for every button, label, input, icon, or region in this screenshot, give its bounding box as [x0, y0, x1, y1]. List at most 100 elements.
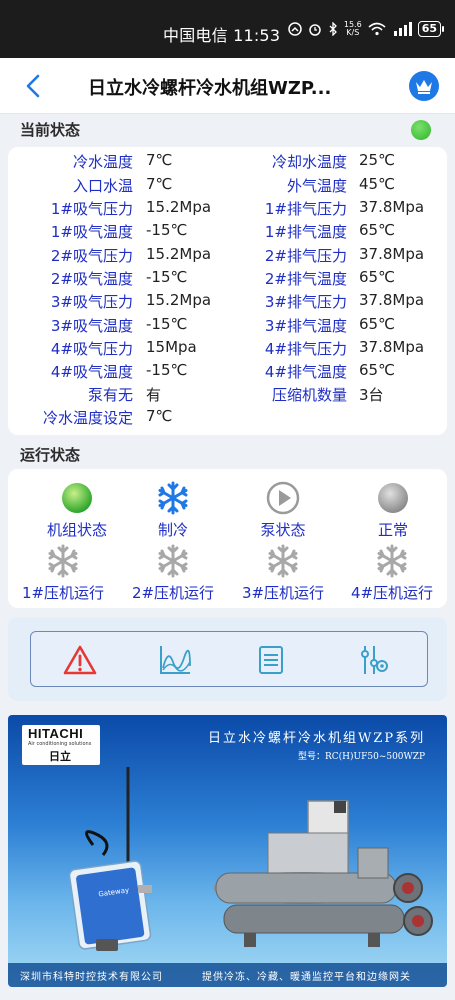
status-label: 1#排气压力: [264, 200, 347, 218]
brand-subtitle: Air conditioning solutions: [28, 741, 92, 747]
status-value: 7℃: [146, 407, 173, 425]
run-item-compressor-4: 4#压机运行: [337, 544, 447, 603]
snowflake-gray-icon: [268, 544, 298, 578]
status-row: 入口水温 7℃ 外气温度 45℃: [8, 175, 447, 199]
banner-footer: 深圳市科特时控技术有限公司 提供冷冻、冷藏、暖通监控平台和边缘网关: [8, 963, 447, 987]
company-slogan: 提供冷冻、冷藏、暖通监控平台和边缘网关: [202, 972, 411, 983]
alarm-clock-icon: [309, 24, 321, 36]
status-label: 2#吸气温度: [50, 270, 133, 288]
status-row: 4#吸气温度 -15℃ 4#排气温度 65℃: [8, 361, 447, 385]
vip-crown-button[interactable]: [409, 71, 439, 101]
status-value: 65℃: [359, 361, 395, 379]
status-label: 冷却水温度: [271, 153, 347, 171]
status-label: 3#排气温度: [264, 317, 347, 335]
gray-circle-icon: [378, 483, 408, 513]
status-label: 2#排气温度: [264, 270, 347, 288]
run-item-label: 4#压机运行: [350, 584, 434, 602]
status-value: 15Mpa: [146, 338, 197, 356]
net-speed: 15.6 K/S: [344, 21, 362, 37]
page-title: 日立水冷螺杆冷水机组WZP...: [88, 78, 332, 99]
run-status-card: 机组状态 制冷 泵状态 正常 1#压机运行 2#压机运行 3#压机运行 4#压机…: [8, 469, 447, 608]
online-status-indicator: [411, 120, 431, 140]
status-value: 15.2Mpa: [146, 198, 212, 216]
status-row: 冷水温度 7℃ 冷却水温度 25℃: [8, 151, 447, 175]
nfc-icon: [288, 22, 302, 36]
signal-icon: [393, 22, 412, 36]
status-row: 2#吸气温度 -15℃ 2#排气温度 65℃: [8, 268, 447, 292]
status-row: 1#吸气压力 15.2Mpa 1#排气压力 37.8Mpa: [8, 198, 447, 222]
status-icons: 15.6 K/S 65: [288, 21, 445, 37]
function-toolbar: [30, 631, 428, 687]
brand-name: HITACHI: [28, 726, 84, 741]
function-toolbar-card: [8, 617, 447, 701]
run-item-compressor-2: 2#压机运行: [118, 544, 228, 603]
status-value: 7℃: [146, 175, 173, 193]
alarm-warning-icon[interactable]: [63, 644, 97, 676]
status-value: 45℃: [359, 175, 395, 193]
carrier-and-time: 中国电信 11:53: [163, 26, 281, 45]
banner-title: 日立水冷螺杆冷水机组WZP系列: [208, 731, 426, 746]
status-label: 1#排气温度: [264, 223, 347, 241]
status-value: -15℃: [146, 315, 188, 333]
status-label: 4#排气压力: [264, 340, 347, 358]
wifi-icon: [368, 22, 386, 36]
green-circle-icon: [62, 483, 92, 513]
status-value: -15℃: [146, 361, 188, 379]
status-label: 4#吸气温度: [50, 363, 133, 381]
status-value: 7℃: [146, 151, 173, 169]
current-status-heading: 当前状态: [20, 121, 81, 139]
status-value: -15℃: [146, 221, 188, 239]
status-row: 3#吸气温度 -15℃ 3#排气温度 65℃: [8, 315, 447, 339]
status-label: 2#排气压力: [264, 247, 347, 265]
run-item-unit-status: 机组状态: [22, 481, 132, 540]
status-label: 外气温度: [286, 177, 347, 195]
back-arrow-icon[interactable]: [20, 72, 48, 100]
snowflake-gray-icon: [48, 544, 78, 578]
status-label: 泵有无: [87, 386, 133, 404]
status-row: 泵有无 有 压缩机数量 3台: [8, 384, 447, 408]
status-label: 冷水温度: [72, 153, 133, 171]
run-item-compressor-1: 1#压机运行: [8, 544, 118, 603]
status-value: 37.8Mpa: [359, 245, 425, 263]
status-value: 15.2Mpa: [146, 245, 212, 263]
run-item-normal: 正常: [338, 481, 448, 540]
status-value: 37.8Mpa: [359, 291, 425, 309]
run-item-label: 2#压机运行: [131, 584, 215, 602]
status-label: 压缩机数量: [271, 386, 347, 404]
status-row: 2#吸气压力 15.2Mpa 2#排气压力 37.8Mpa: [8, 245, 447, 269]
trend-chart-icon[interactable]: [158, 644, 192, 676]
status-value: 65℃: [359, 315, 395, 333]
status-value: 65℃: [359, 268, 395, 286]
status-row: 1#吸气温度 -15℃ 1#排气温度 65℃: [8, 221, 447, 245]
battery-icon: 65: [417, 21, 445, 37]
run-status-heading: 运行状态: [20, 446, 81, 464]
run-item-label: 机组状态: [46, 521, 107, 539]
status-row: 3#吸气压力 15.2Mpa 3#排气压力 37.8Mpa: [8, 291, 447, 315]
run-item-cooling: 制冷: [118, 481, 228, 540]
status-label: 3#吸气温度: [50, 317, 133, 335]
status-label: 3#排气压力: [264, 293, 347, 311]
run-item-label: 泵状态: [260, 521, 306, 539]
play-circle-gray-icon: [266, 481, 300, 515]
status-value: 3台: [359, 386, 384, 404]
company-name: 深圳市科特时控技术有限公司: [20, 972, 163, 983]
run-item-label: 3#压机运行: [241, 584, 325, 602]
run-item-label: 1#压机运行: [21, 584, 105, 602]
status-label: 1#吸气压力: [50, 200, 133, 218]
settings-sliders-icon[interactable]: [357, 644, 391, 676]
list-document-icon[interactable]: [254, 644, 288, 676]
status-value: -15℃: [146, 268, 188, 286]
current-status-card: 冷水温度 7℃ 冷却水温度 25℃ 入口水温 7℃ 外气温度 45℃ 1#吸气压…: [8, 147, 447, 435]
snowflake-blue-icon: [158, 481, 188, 515]
top-navigation-bar: 日立水冷螺杆冷水机组WZP...: [0, 58, 455, 114]
status-row: 冷水温度设定 7℃: [8, 407, 447, 431]
run-item-pump-status: 泵状态: [228, 481, 338, 540]
chiller-unit-image: [213, 800, 433, 947]
product-banner[interactable]: HITACHI Air conditioning solutions 日立 日立…: [8, 715, 447, 987]
status-value: 37.8Mpa: [359, 198, 425, 216]
run-item-compressor-3: 3#压机运行: [228, 544, 338, 603]
status-value: 15.2Mpa: [146, 291, 212, 309]
snowflake-gray-icon: [158, 544, 188, 578]
bluetooth-icon: [329, 22, 337, 36]
hitachi-logo: HITACHI Air conditioning solutions 日立: [22, 725, 100, 765]
